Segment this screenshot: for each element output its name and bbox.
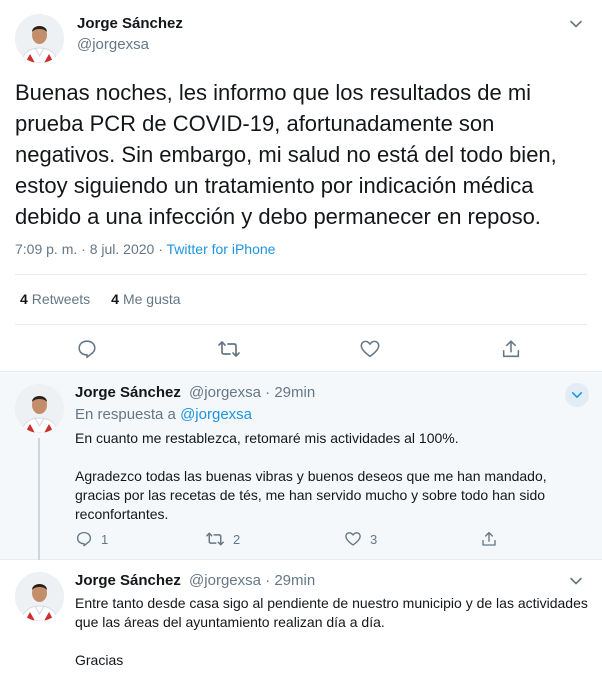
like-count: 3 [370, 531, 378, 547]
author-handle[interactable]: @jorgexsa [77, 36, 149, 53]
in-reply-handle-link[interactable]: @jorgexsa [180, 406, 252, 423]
share-icon [480, 530, 498, 548]
retweet-count: 2 [233, 531, 241, 547]
retweets-label: Retweets [31, 291, 91, 307]
tweet-meta: 7:09 p. m. · 8 jul. 2020 · Twitter for i… [15, 241, 275, 257]
main-tweet: Jorge Sánchez @jorgexsa Buenas noches, l… [0, 0, 602, 372]
divider [15, 274, 587, 275]
tweet-time[interactable]: · 29min [265, 384, 315, 401]
divider [15, 324, 587, 325]
tweet-time[interactable]: · 29min [265, 572, 315, 589]
tweet-text: Entre tanto desde casa sigo al pendiente… [75, 594, 595, 675]
avatar-photo [15, 14, 64, 63]
reply-count: 1 [101, 531, 109, 547]
tweet-paragraph: Entre tanto desde casa sigo al pendiente… [75, 595, 588, 630]
author-name[interactable]: Jorge Sánchez [77, 15, 183, 32]
avatar-photo [15, 572, 64, 621]
tweet-paragraph: Gracias [75, 652, 124, 668]
tweet-stats: 4 Retweets 4 Me gusta [20, 291, 181, 307]
avatar-photo [15, 384, 64, 433]
reply-action[interactable]: 1 [75, 530, 108, 548]
tweet-timestamp[interactable]: 7:09 p. m. · 8 jul. 2020 [15, 241, 154, 257]
avatar[interactable] [15, 572, 64, 621]
tweet-text: Buenas noches, les informo que los resul… [15, 80, 557, 229]
reply-header: Jorge Sánchez @jorgexsa · 29min [75, 572, 315, 589]
retweet-icon [205, 530, 225, 548]
likes-count: 4 [111, 291, 119, 307]
retweets-stat[interactable]: 4 Retweets [20, 291, 90, 307]
likes-stat[interactable]: 4 Me gusta [111, 291, 180, 307]
likes-label: Me gusta [122, 291, 181, 307]
retweet-icon[interactable] [217, 337, 241, 361]
reply-icon [75, 530, 93, 548]
tweet-paragraph: Agradezco todas las buenas vibras y buen… [75, 468, 547, 522]
like-icon [344, 530, 362, 548]
avatar[interactable] [15, 384, 64, 433]
tweet-paragraph: En cuanto me restablezca, retomaré mis a… [75, 430, 459, 446]
retweet-action[interactable]: 2 [205, 530, 240, 548]
reply-icon[interactable] [75, 337, 99, 361]
in-reply-to: En respuesta a @jorgexsa [75, 406, 252, 423]
share-action[interactable] [480, 530, 498, 548]
chevron-down-icon[interactable] [565, 383, 589, 407]
thread-line [38, 438, 40, 560]
author-handle[interactable]: @jorgexsa [189, 572, 261, 589]
chevron-down-icon[interactable] [565, 570, 587, 592]
retweets-count: 4 [20, 291, 28, 307]
reply-tweet[interactable]: Jorge Sánchez @jorgexsa · 29min Entre ta… [0, 560, 602, 675]
tweet-source[interactable]: Twitter for iPhone [167, 241, 276, 257]
tweet-text: En cuanto me restablezca, retomaré mis a… [75, 429, 595, 543]
avatar[interactable] [15, 14, 64, 63]
meta-separator: · [154, 241, 167, 257]
chevron-down-icon[interactable] [565, 13, 587, 35]
author-handle[interactable]: @jorgexsa [189, 384, 261, 401]
reply-header: Jorge Sánchez @jorgexsa · 29min [75, 384, 315, 401]
like-action[interactable]: 3 [344, 530, 377, 548]
author-name[interactable]: Jorge Sánchez [75, 384, 181, 401]
share-icon[interactable] [499, 337, 523, 361]
like-icon[interactable] [358, 337, 382, 361]
author-name[interactable]: Jorge Sánchez [75, 572, 181, 589]
in-reply-prefix: En respuesta a [75, 406, 176, 423]
reply-tweet[interactable]: Jorge Sánchez @jorgexsa · 29min En respu… [0, 372, 602, 560]
